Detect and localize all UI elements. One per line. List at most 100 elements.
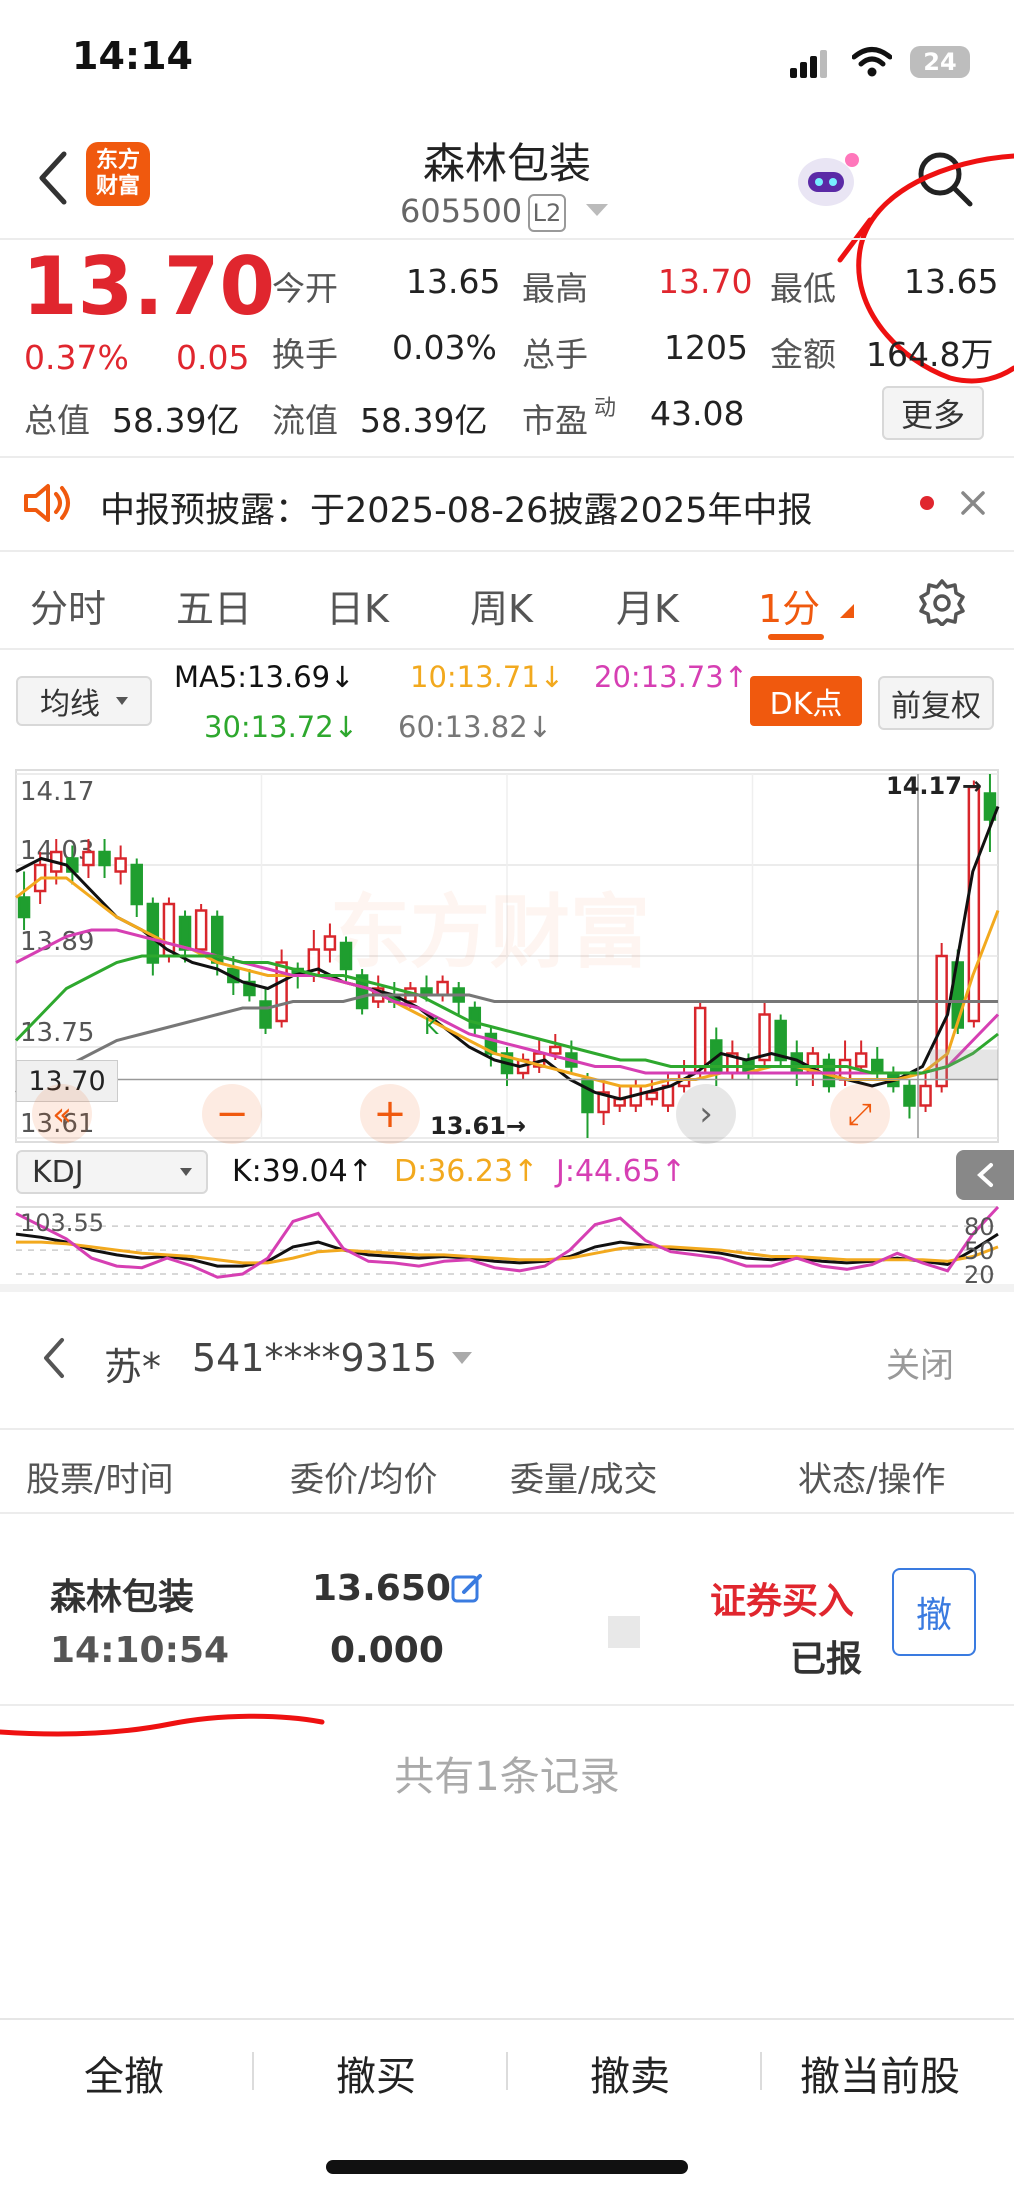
watermark: 东方财富: [330, 886, 650, 979]
header-volume: 委量/成交: [510, 1460, 658, 1500]
red-underline-annotation: [0, 1713, 325, 1737]
candle: [919, 1084, 932, 1107]
fullscreen-button[interactable]: ⤢: [830, 1084, 890, 1144]
volume-value: 1205: [664, 328, 748, 367]
row-direction: 证券买入: [710, 1581, 855, 1622]
cancel-order-button[interactable]: 撤: [892, 1568, 976, 1656]
unread-dot: [920, 496, 934, 510]
kdj-d-value: D:36.23↑: [394, 1154, 539, 1189]
ma60-value: 60:13.82↓: [398, 710, 552, 744]
tab-daily-k[interactable]: 日K: [326, 578, 389, 633]
cancel-sell-button[interactable]: 撤卖: [590, 2044, 670, 2102]
pe-superscript: 动: [594, 396, 617, 421]
close-button[interactable]: 关闭: [886, 1338, 954, 1387]
chevron-down-icon: [180, 1168, 192, 1176]
high-annotation: 14.17→: [886, 772, 982, 800]
notice-text: 中报预披露：于2025-08-26披露2025年中报: [100, 491, 813, 531]
kdj-k-value: K:39.04↑: [232, 1154, 373, 1189]
change-pct: 0.37%: [24, 338, 129, 377]
close-icon[interactable]: [960, 490, 986, 516]
turnover-value: 0.03%: [392, 328, 497, 367]
low-annotation: 13.61→: [430, 1112, 526, 1140]
tab-five-day[interactable]: 五日: [176, 578, 252, 633]
candle: [194, 909, 208, 951]
last-price: 13.70: [22, 240, 276, 333]
ma5-value: MA5:13.69↓: [174, 660, 355, 694]
candle: [693, 1006, 707, 1075]
account-name[interactable]: 苏*: [104, 1336, 161, 1391]
tab-corner-icon: [840, 604, 854, 618]
dk-point-button[interactable]: DK点: [750, 676, 862, 726]
candle: [323, 935, 337, 951]
market-cap-label: 总值: [24, 401, 90, 440]
high-label: 最高: [522, 269, 588, 308]
home-indicator: [326, 2160, 688, 2174]
chevron-left-icon: [977, 1163, 993, 1187]
settings-icon[interactable]: [918, 578, 966, 626]
zoom-out-button[interactable]: −: [202, 1084, 262, 1144]
wifi-icon: [852, 47, 892, 77]
open-label: 今开: [272, 269, 338, 308]
edit-icon[interactable]: [450, 1572, 484, 1606]
candle: [549, 1045, 562, 1055]
stock-code: 605500: [400, 192, 523, 230]
tab-intraday[interactable]: 分时: [30, 578, 106, 633]
y-tick-label: 13.75: [20, 1018, 94, 1048]
dropdown-icon[interactable]: [586, 204, 608, 218]
back-icon[interactable]: [40, 1336, 66, 1380]
ma-select[interactable]: 均线: [16, 676, 152, 726]
k-marker: K: [424, 1015, 439, 1040]
amount-value: 164.8万: [866, 335, 994, 374]
scroll-right-button[interactable]: ›: [676, 1084, 736, 1144]
candle: [436, 980, 449, 997]
candle: [838, 1058, 852, 1081]
ma-select-label: 均线: [40, 687, 100, 722]
ma10-value: 10:13.71↓: [410, 660, 564, 694]
ma30-value: 30:13.72↓: [204, 710, 358, 744]
high-value: 13.70: [658, 262, 753, 301]
zoom-in-button[interactable]: +: [360, 1084, 420, 1144]
float-cap-label: 流值: [272, 401, 338, 440]
battery-level: 24: [923, 48, 957, 76]
crosshair-right-tag: [930, 1049, 998, 1080]
indicator-select[interactable]: KDJ: [16, 1150, 208, 1194]
kdj-chart: 103.55 805020: [15, 1205, 1000, 1289]
amount-label: 金额: [770, 335, 836, 374]
float-cap-value: 58.39亿: [360, 401, 488, 440]
adjust-forward-button[interactable]: 前复权: [878, 676, 994, 730]
candle: [854, 1052, 868, 1068]
low-label: 最低: [770, 269, 836, 308]
tab-weekly-k[interactable]: 周K: [470, 578, 533, 633]
signal-icon: [790, 50, 827, 78]
record-count: 共有1条记录: [394, 1754, 620, 1800]
redacted-box: [608, 1616, 640, 1648]
candle: [82, 850, 95, 867]
chevron-down-icon: [116, 697, 128, 705]
indicator-select-label: KDJ: [32, 1154, 84, 1190]
active-tab-indicator: [768, 634, 824, 640]
row-stock-name: 森林包装: [50, 1577, 195, 1618]
candle: [17, 896, 31, 919]
pe-value: 43.08: [650, 394, 745, 433]
scroll-left-button[interactable]: «: [32, 1084, 92, 1144]
cancel-current-stock-button[interactable]: 撤当前股: [800, 2044, 960, 2102]
collapse-panel-button[interactable]: [956, 1150, 1014, 1200]
tab-monthly-k[interactable]: 月K: [616, 578, 679, 633]
more-button[interactable]: 更多: [882, 386, 984, 440]
turnover-label: 换手: [272, 335, 338, 374]
candle: [259, 1000, 272, 1029]
volume-label: 总手: [522, 335, 588, 374]
change-amount: 0.05: [176, 338, 250, 377]
level2-badge: L2: [528, 194, 566, 232]
cancel-all-button[interactable]: 全撤: [84, 2044, 164, 2102]
speaker-icon: [24, 484, 70, 522]
candle: [178, 915, 192, 951]
account-number[interactable]: 541****9315: [192, 1336, 437, 1380]
dropdown-icon[interactable]: [452, 1352, 472, 1364]
tab-1-minute[interactable]: 1分: [758, 578, 820, 633]
kdj-top-value: 103.55: [20, 1209, 104, 1237]
pe-label: 市盈: [522, 401, 588, 440]
status-time: 14:14: [72, 34, 193, 78]
y-tick-label: 14.17: [20, 777, 94, 807]
cancel-buy-button[interactable]: 撤买: [336, 2044, 416, 2102]
